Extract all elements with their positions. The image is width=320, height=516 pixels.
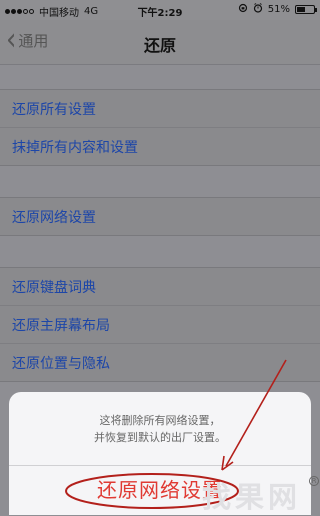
reset-keyboard-dictionary-row[interactable]: 还原键盘词典 — [0, 268, 320, 305]
action-sheet-message: 这将删除所有网络设置， 并恢复到默认的出厂设置。 — [9, 412, 311, 446]
alarm-icon — [253, 3, 263, 16]
message-line-1: 这将删除所有网络设置， — [99, 414, 221, 427]
settings-group-3: 还原键盘词典 还原主屏幕布局 还原位置与隐私 — [0, 267, 320, 382]
reset-network-settings-row[interactable]: 还原网络设置 — [0, 198, 320, 235]
battery-icon — [295, 5, 317, 14]
settings-group-1: 还原所有设置 抹掉所有内容和设置 — [0, 89, 320, 166]
settings-group-2: 还原网络设置 — [0, 197, 320, 236]
status-right: 51% — [238, 3, 317, 16]
page-title: 还原 — [143, 36, 176, 55]
reset-home-screen-layout-row[interactable]: 还原主屏幕布局 — [0, 305, 320, 343]
reset-location-privacy-row[interactable]: 还原位置与隐私 — [0, 343, 320, 381]
reset-all-settings-row[interactable]: 还原所有设置 — [0, 90, 320, 127]
watermark: 找果网 — [202, 480, 302, 514]
battery-percent: 51% — [267, 4, 290, 15]
status-bar: 中国移动 4G 下午2:29 51% — [0, 0, 320, 20]
message-line-2: 并恢复到默认的出厂设置。 — [94, 431, 226, 444]
divider — [9, 465, 311, 466]
registered-mark: R — [309, 476, 319, 486]
orientation-lock-icon — [238, 3, 248, 16]
erase-all-content-row[interactable]: 抹掉所有内容和设置 — [0, 127, 320, 165]
battery-fill — [297, 7, 306, 12]
navigation-bar: ‹ 通用 还原 — [0, 20, 320, 65]
